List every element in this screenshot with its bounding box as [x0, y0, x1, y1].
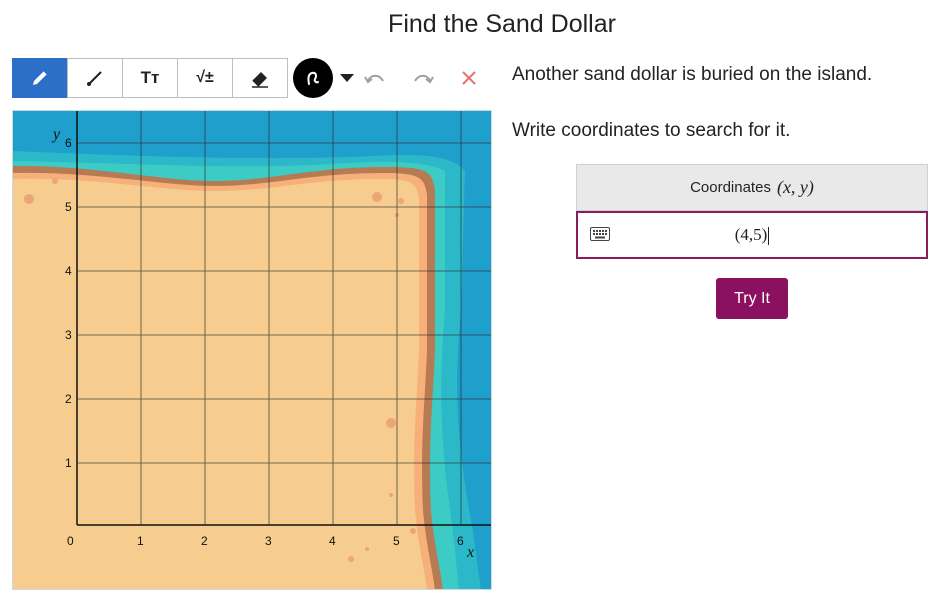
- pebble: [398, 198, 404, 204]
- x-tick-label: 0: [67, 534, 74, 548]
- pebble: [365, 547, 369, 551]
- y-tick-label: 2: [65, 392, 72, 406]
- coordinates-header-label: Coordinates: [690, 179, 771, 196]
- island-map[interactable]: 0 1 2 3 4 5 6 1 2 3 4 5 6 x y: [12, 110, 492, 590]
- prompt-line-1: Another sand dollar is buried on the isl…: [512, 64, 873, 85]
- pebble: [52, 178, 58, 184]
- pebble: [410, 528, 416, 534]
- pencil-tool-button[interactable]: [12, 58, 68, 98]
- coordinates-header-math: (x, y): [776, 177, 814, 197]
- coordinates-value: (4,5): [734, 224, 768, 244]
- eraser-tool-button[interactable]: [232, 58, 288, 98]
- line-icon: [87, 71, 102, 86]
- x-tick-label: 2: [201, 534, 208, 548]
- coordinates-header: Coordinates (x, y): [576, 164, 928, 211]
- math-tool-button[interactable]: √±: [177, 58, 233, 98]
- island-map-canvas: 0 1 2 3 4 5 6 1 2 3 4 5 6 x y: [13, 111, 491, 589]
- x-tick-label: 1: [137, 534, 144, 548]
- clear-button[interactable]: [449, 58, 489, 98]
- y-tick-label: 1: [65, 456, 72, 470]
- pencil-icon: [33, 70, 48, 85]
- x-tick-label: 4: [329, 534, 336, 548]
- redo-icon: [414, 74, 434, 84]
- text-cursor: [768, 227, 770, 246]
- tool-options-dropdown[interactable]: [339, 58, 355, 98]
- pebble: [348, 556, 354, 562]
- keyboard-icon[interactable]: [590, 227, 610, 246]
- undo-icon: [364, 74, 384, 84]
- close-icon: [462, 71, 476, 85]
- undo-button[interactable]: [355, 58, 395, 98]
- lasso-tool-button[interactable]: [293, 58, 333, 98]
- y-tick-label: 5: [65, 200, 72, 214]
- coordinates-input[interactable]: (4,5): [576, 211, 928, 259]
- page-title: Find the Sand Dollar: [388, 10, 616, 38]
- pebble: [386, 418, 396, 428]
- x-tick-label: 3: [265, 534, 272, 548]
- math-icon: √±: [196, 69, 214, 86]
- eraser-icon: [252, 72, 268, 88]
- chevron-down-icon: [340, 74, 354, 82]
- pebble: [372, 192, 382, 202]
- sand: [13, 178, 427, 589]
- prompt-line-2: Write coordinates to search for it.: [512, 120, 791, 141]
- pebble: [389, 493, 393, 497]
- coordinates-value-wrapper: (4,5): [578, 224, 926, 246]
- y-axis-label: y: [51, 126, 61, 143]
- drawing-toolbar: Tт √±: [12, 58, 489, 98]
- x-tick-label: 6: [457, 534, 464, 548]
- lasso-icon: [307, 71, 319, 85]
- text-icon: Tт: [140, 68, 160, 87]
- y-tick-label: 4: [65, 264, 72, 278]
- line-tool-button[interactable]: [67, 58, 123, 98]
- redo-button[interactable]: [403, 58, 443, 98]
- try-it-button[interactable]: Try It: [716, 278, 788, 319]
- text-tool-button[interactable]: Tт: [122, 58, 178, 98]
- x-axis-label: x: [466, 544, 474, 561]
- coordinates-table: Coordinates (x, y) (4,5): [576, 164, 928, 259]
- y-tick-label: 3: [65, 328, 72, 342]
- pebble: [24, 194, 34, 204]
- y-tick-label: 6: [65, 136, 72, 150]
- x-tick-label: 5: [393, 534, 400, 548]
